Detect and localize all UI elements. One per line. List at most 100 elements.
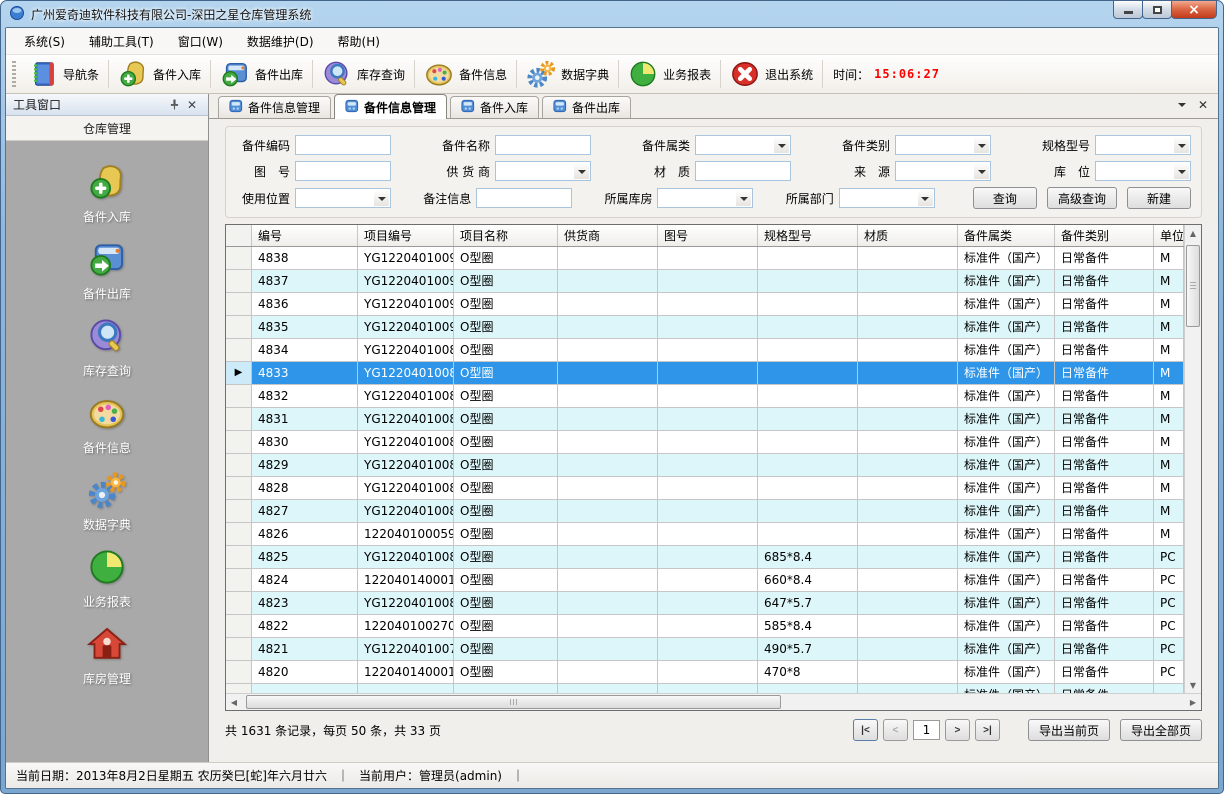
grid-column-header-9[interactable]: 单位 (1154, 225, 1184, 246)
tab-2[interactable]: 备件入库 (450, 96, 539, 118)
grid-column-header-4[interactable]: 图号 (658, 225, 758, 246)
search-field-label: 来 源 (836, 163, 890, 180)
search-input-r2c1[interactable] (295, 161, 391, 181)
toolbar-item-0[interactable]: 导航条 (21, 57, 106, 91)
table-cell: 4838 (252, 247, 358, 270)
search-combo-r3c3[interactable] (657, 188, 753, 208)
search-input-r3c2[interactable] (476, 188, 572, 208)
menu-item-2[interactable]: 窗口(W) (166, 28, 235, 55)
scroll-left-icon[interactable]: ◀ (226, 694, 242, 710)
tab-1[interactable]: 备件信息管理 (334, 94, 447, 119)
scroll-up-icon[interactable]: ▲ (1185, 225, 1201, 241)
next-page-button[interactable]: > (945, 719, 970, 741)
prev-page-button[interactable]: < (883, 719, 908, 741)
tab-list-dropdown-icon[interactable] (1178, 103, 1186, 111)
table-row[interactable]: 4830YG12204010085O型圈标准件（国产）日常备件M (226, 431, 1184, 454)
table-row[interactable]: ▶4833YG12204010088O型圈标准件（国产）日常备件M (226, 362, 1184, 385)
search-input-r1c1[interactable] (295, 135, 391, 155)
table-cell (758, 270, 858, 293)
export-all-pages-button[interactable]: 导出全部页 (1120, 719, 1202, 741)
minimize-button[interactable] (1113, 0, 1143, 19)
maximize-button[interactable] (1142, 0, 1172, 19)
table-row[interactable]: 4829YG12204010084O型圈标准件（国产）日常备件M (226, 454, 1184, 477)
last-page-button[interactable]: >| (975, 719, 1000, 741)
grid-column-header-8[interactable]: 备件类别 (1055, 225, 1154, 246)
toolbar-item-2[interactable]: 备件出库 (213, 57, 310, 91)
sidebar-item-6[interactable]: 库房管理 (83, 624, 131, 687)
search-combo-r3c1[interactable] (295, 188, 391, 208)
menu-item-1[interactable]: 辅助工具(T) (77, 28, 166, 55)
horizontal-scrollbar[interactable]: ◀ ▶ (226, 693, 1201, 710)
table-row[interactable]: 4828YG12204010083O型圈标准件（国产）日常备件M (226, 477, 1184, 500)
search-input-r2c3[interactable] (695, 161, 791, 181)
toolbar-item-7[interactable]: 退出系统 (723, 57, 820, 91)
toolbar-item-6[interactable]: 业务报表 (621, 57, 718, 91)
table-row[interactable]: 4838YG12204010093O型圈标准件（国产）日常备件M (226, 247, 1184, 270)
vertical-scroll-thumb[interactable] (1186, 245, 1200, 327)
grid-column-header-7[interactable]: 备件属类 (958, 225, 1055, 246)
toolbar-item-3[interactable]: 库存查询 (315, 57, 412, 91)
tab-0[interactable]: 备件信息管理 (218, 96, 331, 118)
table-row[interactable]: 4823YG12204010080O型圈647*5.7标准件（国产）日常备件PC (226, 592, 1184, 615)
table-row-partial[interactable]: 标准件（国产）日常备件 (226, 684, 1184, 693)
menu-item-3[interactable]: 数据维护(D) (235, 28, 326, 55)
grid-column-header-2[interactable]: 项目名称 (454, 225, 558, 246)
search-combo-r1c4[interactable] (895, 135, 991, 155)
sidebar-section-header[interactable]: 仓库管理 (6, 116, 208, 141)
search-combo-r1c3[interactable] (695, 135, 791, 155)
tab-close-icon[interactable]: ✕ (1198, 98, 1208, 112)
grid-column-header-6[interactable]: 材质 (858, 225, 958, 246)
sidebar-close-icon[interactable]: ✕ (183, 98, 201, 112)
sidebar-item-4[interactable]: 数据字典 (83, 470, 131, 533)
horizontal-scroll-thumb[interactable] (246, 695, 781, 709)
advanced-query-button[interactable]: 高级查询 (1047, 187, 1117, 209)
sidebar-item-1[interactable]: 备件出库 (83, 239, 131, 302)
table-row[interactable]: 48221220401002700O型圈585*8.4标准件（国产）日常备件PC (226, 615, 1184, 638)
search-combo-r2c2[interactable] (495, 161, 591, 181)
grid-column-header-1[interactable]: 项目编号 (358, 225, 454, 246)
table-row[interactable]: 4834YG12204010089O型圈标准件（国产）日常备件M (226, 339, 1184, 362)
toolbar-item-5[interactable]: 数据字典 (519, 57, 616, 91)
table-row[interactable]: 4837YG12204010092O型圈标准件（国产）日常备件M (226, 270, 1184, 293)
table-row[interactable]: 48241220401400012O型圈660*8.4标准件（国产）日常备件PC (226, 569, 1184, 592)
menu-item-4[interactable]: 帮助(H) (326, 28, 392, 55)
first-page-button[interactable]: |< (853, 719, 878, 741)
sidebar-item-2[interactable]: 库存查询 (83, 316, 131, 379)
search-combo-r3c4[interactable] (839, 188, 935, 208)
grid-column-header-3[interactable]: 供货商 (558, 225, 658, 246)
toolbar-grip[interactable] (12, 61, 16, 87)
table-cell (558, 638, 658, 661)
close-button[interactable]: × (1171, 0, 1217, 19)
minimize-icon (1124, 11, 1133, 14)
sidebar-item-5[interactable]: 业务报表 (83, 547, 131, 610)
scroll-down-icon[interactable]: ▼ (1185, 677, 1201, 693)
table-row[interactable]: 4825YG12204010081O型圈685*8.4标准件（国产）日常备件PC (226, 546, 1184, 569)
grid-column-header-5[interactable]: 规格型号 (758, 225, 858, 246)
menu-item-0[interactable]: 系统(S) (12, 28, 77, 55)
toolbar-item-1[interactable]: 备件入库 (111, 57, 208, 91)
search-input-r1c2[interactable] (495, 135, 591, 155)
search-combo-r1c5[interactable] (1095, 135, 1191, 155)
page-input[interactable] (913, 720, 940, 740)
table-row[interactable]: 4832YG12204010087O型圈标准件（国产）日常备件M (226, 385, 1184, 408)
export-current-page-button[interactable]: 导出当前页 (1028, 719, 1110, 741)
query-button[interactable]: 查询 (973, 187, 1037, 209)
search-combo-r2c4[interactable] (895, 161, 991, 181)
grid-column-header-0[interactable]: 编号 (252, 225, 358, 246)
table-row[interactable]: 4835YG12204010090O型圈标准件（国产）日常备件M (226, 316, 1184, 339)
search-combo-r2c5[interactable] (1095, 161, 1191, 181)
table-row[interactable]: 4836YG12204010091O型圈标准件（国产）日常备件M (226, 293, 1184, 316)
sidebar-item-3[interactable]: 备件信息 (83, 393, 131, 456)
table-row[interactable]: 48261220401000599O型圈标准件（国产）日常备件M (226, 523, 1184, 546)
pin-icon[interactable] (165, 99, 183, 110)
table-row[interactable]: 48201220401400013O型圈470*8标准件（国产）日常备件PC (226, 661, 1184, 684)
scroll-right-icon[interactable]: ▶ (1185, 694, 1201, 710)
table-row[interactable]: 4827YG12204010082O型圈标准件（国产）日常备件M (226, 500, 1184, 523)
toolbar-item-4[interactable]: 备件信息 (417, 57, 514, 91)
vertical-scrollbar[interactable]: ▲ ▼ (1184, 225, 1201, 693)
tab-3[interactable]: 备件出库 (542, 96, 631, 118)
new-button[interactable]: 新建 (1127, 187, 1191, 209)
table-row[interactable]: 4821YG12204010079O型圈490*5.7标准件（国产）日常备件PC (226, 638, 1184, 661)
table-row[interactable]: 4831YG12204010086O型圈标准件（国产）日常备件M (226, 408, 1184, 431)
sidebar-item-0[interactable]: 备件入库 (83, 162, 131, 225)
